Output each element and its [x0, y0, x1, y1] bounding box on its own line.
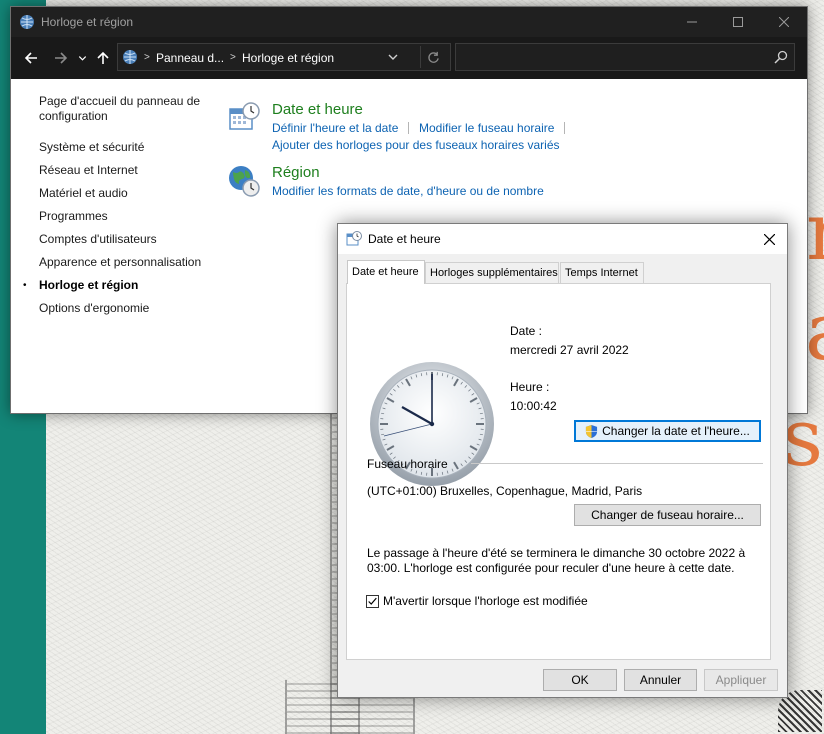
up-button[interactable]	[93, 48, 113, 68]
refresh-button[interactable]	[420, 46, 446, 68]
up-arrow-icon	[97, 51, 109, 64]
tab-panel-date-heure: Date : mercredi 27 avril 2022 Heure : 10…	[346, 283, 771, 660]
breadcrumb-panneau[interactable]: Panneau d...	[156, 51, 224, 65]
sidebar-item-reseau[interactable]: Réseau et Internet	[39, 163, 138, 178]
sidebar-item-comptes[interactable]: Comptes d'utilisateurs	[39, 232, 157, 247]
category-title-region[interactable]: Région	[272, 164, 320, 181]
window-title: Horloge et région	[41, 15, 134, 29]
refresh-icon	[428, 51, 439, 63]
sidebar-item-ergonomie[interactable]: Options d'ergonomie	[39, 301, 149, 316]
time-value: 10:00:42	[510, 399, 557, 413]
maximize-button[interactable]	[715, 7, 761, 37]
breadcrumb-horloge[interactable]: Horloge et région	[242, 51, 334, 65]
link-separator	[564, 122, 565, 134]
minimize-icon	[687, 21, 697, 23]
forward-arrow-icon	[55, 52, 68, 64]
apply-label: Appliquer	[715, 673, 767, 687]
notify-checkbox-label[interactable]: M'avertir lorsque l'horloge est modifiée	[383, 594, 588, 608]
cancel-label: Annuler	[639, 673, 682, 687]
sidebar-item-horloge[interactable]: Horloge et région	[39, 278, 138, 293]
change-datetime-button[interactable]: Changer la date et l'heure...	[574, 420, 761, 442]
dialog-close-button[interactable]	[751, 224, 787, 254]
link-definir-heure[interactable]: Définir l'heure et la date	[272, 121, 398, 135]
chevron-down-icon	[78, 55, 86, 61]
uac-shield-icon	[586, 424, 598, 438]
ok-label: OK	[571, 673, 589, 687]
close-icon	[763, 233, 775, 245]
timezone-value: (UTC+01:00) Bruxelles, Copenhague, Madri…	[367, 484, 643, 498]
change-datetime-label: Changer la date et l'heure...	[602, 424, 750, 438]
search-box[interactable]	[455, 43, 795, 71]
cancel-button[interactable]: Annuler	[624, 669, 697, 691]
date-time-dialog: Date et heure Date et heure Horloges sup…	[337, 223, 788, 698]
breadcrumb-separator: >	[144, 52, 150, 63]
maximize-icon	[733, 17, 743, 27]
active-bullet: •	[23, 280, 27, 291]
address-dropdown-chevron-icon[interactable]	[386, 50, 400, 64]
address-bar[interactable]: > Panneau d... > Horloge et région	[117, 43, 451, 71]
title-bar: Horloge et région	[11, 7, 807, 37]
dialog-title: Date et heure	[368, 232, 441, 246]
wallpaper-letter: n	[806, 192, 824, 272]
sidebar-item-apparence[interactable]: Apparence et personnalisation	[39, 255, 201, 270]
globe-clock-icon	[229, 166, 260, 197]
date-label: Date :	[510, 324, 543, 338]
recent-locations-button[interactable]	[75, 48, 89, 68]
group-divider	[471, 463, 763, 464]
tab-temps-internet[interactable]: Temps Internet	[560, 262, 644, 283]
link-separator	[408, 122, 409, 134]
search-input[interactable]	[462, 48, 752, 66]
link-ajouter-horloges[interactable]: Ajouter des horloges pour des fuseaux ho…	[272, 138, 560, 152]
timezone-group-label: Fuseau horaire	[367, 457, 448, 471]
breadcrumb-separator: >	[230, 52, 236, 63]
minimize-button[interactable]	[669, 7, 715, 37]
back-arrow-icon	[24, 52, 37, 64]
sidebar-item-programmes[interactable]: Programmes	[39, 209, 108, 224]
dst-notice: Le passage à l'heure d'été se terminera …	[367, 546, 746, 575]
close-button[interactable]	[761, 7, 807, 37]
forward-button[interactable]	[51, 48, 71, 68]
link-modifier-fuseau[interactable]: Modifier le fuseau horaire	[419, 121, 554, 135]
date-time-icon	[346, 231, 362, 246]
close-icon	[779, 17, 789, 27]
checkmark-icon	[368, 597, 377, 605]
tab-horloges-supplementaires[interactable]: Horloges supplémentaires	[425, 262, 559, 283]
link-modifier-formats[interactable]: Modifier les formats de date, d'heure ou…	[272, 184, 544, 198]
calendar-clock-icon	[229, 102, 260, 130]
control-panel-globe-icon	[20, 15, 34, 29]
notify-checkbox[interactable]	[366, 595, 379, 608]
sidebar-home-link[interactable]: Page d'accueil du panneau de configurati…	[39, 94, 214, 124]
ok-button[interactable]: OK	[543, 669, 617, 691]
apply-button[interactable]: Appliquer	[704, 669, 778, 691]
control-panel-globe-icon	[123, 50, 137, 64]
category-title-date-heure[interactable]: Date et heure	[272, 101, 363, 118]
sidebar-item-materiel[interactable]: Matériel et audio	[39, 186, 128, 201]
change-timezone-button[interactable]: Changer de fuseau horaire...	[574, 504, 761, 526]
date-value: mercredi 27 avril 2022	[510, 343, 629, 357]
tab-date-heure[interactable]: Date et heure	[347, 260, 425, 284]
change-timezone-label: Changer de fuseau horaire...	[591, 508, 744, 522]
search-icon[interactable]	[774, 50, 788, 64]
back-button[interactable]	[21, 48, 41, 68]
dialog-title-bar: Date et heure	[338, 224, 787, 254]
time-label: Heure :	[510, 380, 550, 394]
navigation-toolbar: > Panneau d... > Horloge et région	[11, 37, 807, 79]
sidebar-item-systeme[interactable]: Système et sécurité	[39, 140, 144, 155]
